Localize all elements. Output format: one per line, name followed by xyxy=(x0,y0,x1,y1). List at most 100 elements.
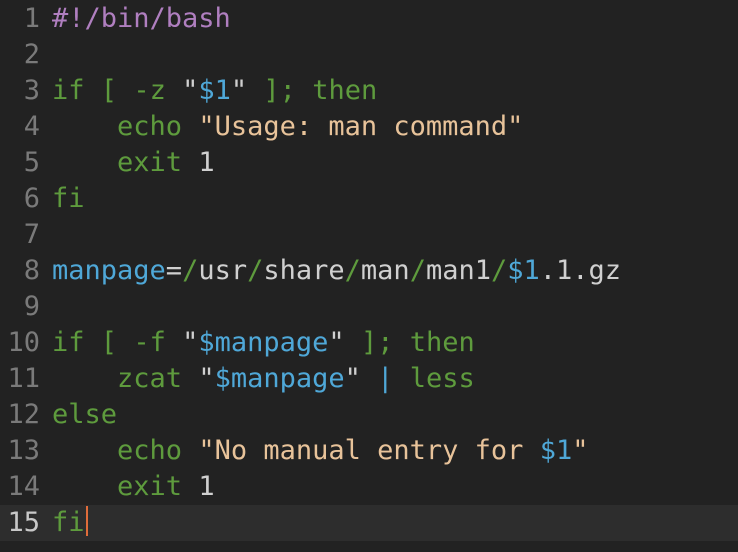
code-token-variable: manpage xyxy=(52,255,166,286)
line-number: 8 xyxy=(23,255,40,286)
code-text[interactable]: zcat "$manpage" | less xyxy=(52,361,475,397)
code-text[interactable]: if [ -f "$manpage" ]; then xyxy=(52,325,475,361)
line-number: 2 xyxy=(23,39,40,70)
code-token-plain: share xyxy=(263,255,345,286)
code-line[interactable]: 6 fi xyxy=(0,181,738,217)
code-line[interactable]: 1 #!/bin/bash xyxy=(0,1,738,37)
code-text[interactable]: else xyxy=(52,397,117,433)
code-token-keyword: echo xyxy=(117,435,183,466)
code-line[interactable]: 15 fi xyxy=(0,505,738,541)
code-text[interactable]: exit 1 xyxy=(52,469,215,505)
code-token-variable: $1 xyxy=(539,435,573,466)
code-token-keyword: then xyxy=(312,75,378,106)
line-number: 14 xyxy=(7,471,40,502)
code-line[interactable]: 8 manpage=/usr/share/man/man1/$1.1.gz xyxy=(0,253,738,289)
code-text[interactable]: fi xyxy=(52,505,88,541)
code-text[interactable]: echo "No manual entry for $1" xyxy=(52,433,588,469)
code-token-keyword: zcat xyxy=(117,363,183,394)
code-token-keyword: / xyxy=(247,255,264,286)
code-token-keyword: / xyxy=(409,255,426,286)
code-token-string: " xyxy=(572,435,589,466)
code-token-keyword: / xyxy=(344,255,361,286)
code-token-keyword: echo xyxy=(117,111,183,142)
code-token-shebang: #!/bin/bash xyxy=(52,3,231,34)
code-line[interactable]: 14 exit 1 xyxy=(0,469,738,505)
code-token-plain: 1 xyxy=(182,471,215,502)
line-number: 3 xyxy=(23,75,40,106)
line-number: 7 xyxy=(23,219,40,250)
line-number: 4 xyxy=(23,111,40,142)
line-number: 1 xyxy=(23,3,40,34)
code-line[interactable]: 12 else xyxy=(0,397,738,433)
code-token-plain: = xyxy=(165,255,183,286)
line-number: 15 xyxy=(7,507,40,538)
code-token-keyword: -z xyxy=(133,75,166,106)
code-line[interactable]: 9 xyxy=(0,289,738,325)
code-token-plain: " xyxy=(182,75,199,106)
code-token-keyword: [ xyxy=(100,327,118,358)
code-token-plain: " xyxy=(198,363,215,394)
line-number: 13 xyxy=(7,435,40,466)
code-text[interactable]: echo "Usage: man command" xyxy=(52,109,523,145)
code-token-keyword: else xyxy=(52,399,118,430)
line-number: 5 xyxy=(23,147,40,178)
code-token-variable: $1 xyxy=(507,255,540,286)
code-token-keyword: -f xyxy=(133,327,166,358)
code-token-plain: " xyxy=(328,327,345,358)
line-number: 11 xyxy=(7,363,40,394)
code-token-keyword: / xyxy=(182,255,199,286)
code-line[interactable]: 3 if [ -z "$1" ]; then xyxy=(0,73,738,109)
code-line[interactable]: 7 xyxy=(0,217,738,253)
code-token-plain: man xyxy=(360,255,410,286)
line-number: 9 xyxy=(23,291,40,322)
code-token-plain: " xyxy=(182,327,199,358)
code-text[interactable]: exit 1 xyxy=(52,145,215,181)
code-token-plain: 1 xyxy=(182,147,215,178)
code-token-string: "Usage: man command" xyxy=(198,111,524,142)
code-text[interactable]: #!/bin/bash xyxy=(52,1,231,37)
code-token-plain: " xyxy=(230,75,248,106)
code-text[interactable]: if [ -z "$1" ]; then xyxy=(52,73,377,109)
code-editor[interactable]: 1 #!/bin/bash 2 3 if [ -z "$1" ]; then 4 echo… xyxy=(0,0,738,552)
code-token-keyword: / xyxy=(491,255,508,286)
code-token-keyword: if xyxy=(52,327,85,358)
code-token-plain: " xyxy=(344,363,361,394)
code-line[interactable]: 2 xyxy=(0,37,738,73)
code-line[interactable]: 10 if [ -f "$manpage" ]; then xyxy=(0,325,738,361)
code-token-keyword: fi xyxy=(52,507,85,538)
code-token-plain: man1 xyxy=(425,255,491,286)
code-text[interactable]: fi xyxy=(52,181,85,217)
code-text[interactable]: manpage=/usr/share/man/man1/$1.1.gz xyxy=(52,253,621,289)
code-line[interactable]: 5 exit 1 xyxy=(0,145,738,181)
code-token-plain: usr xyxy=(198,255,248,286)
code-token-keyword: fi xyxy=(52,183,85,214)
code-token-variable: $1 xyxy=(198,75,231,106)
code-token-variable: $manpage xyxy=(198,327,329,358)
line-number: 6 xyxy=(23,183,40,214)
code-line[interactable]: 13 echo "No manual entry for $1" xyxy=(0,433,738,469)
text-cursor xyxy=(85,506,88,536)
code-token-keyword: less xyxy=(409,363,475,394)
code-token-keyword: [ xyxy=(100,75,118,106)
code-line[interactable]: 11 zcat "$manpage" | less xyxy=(0,361,738,397)
code-line[interactable]: 4 echo "Usage: man command" xyxy=(0,109,738,145)
code-token-string: "No manual entry for xyxy=(198,435,540,466)
